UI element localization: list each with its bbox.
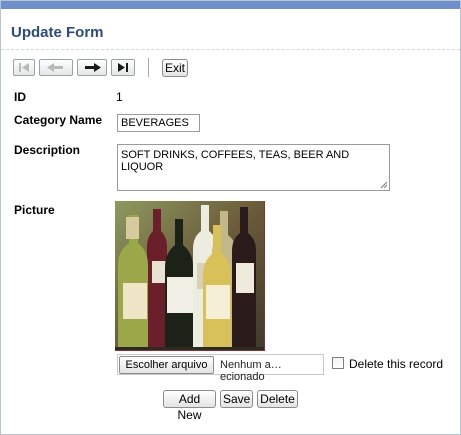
first-record-button[interactable]	[13, 59, 35, 76]
category-name-label: Category Name	[14, 113, 103, 127]
previous-record-button[interactable]	[39, 59, 73, 76]
choose-file-button[interactable]: Escolher arquivo	[119, 356, 214, 374]
description-text: SOFT DRINKS, COFFEES, TEAS, BEER AND LIQ…	[121, 149, 350, 173]
next-record-button[interactable]	[77, 59, 107, 76]
id-label: ID	[14, 90, 26, 104]
picture-label: Picture	[14, 203, 55, 217]
first-record-icon	[19, 63, 29, 72]
next-record-icon	[85, 63, 101, 72]
header-bar	[1, 1, 460, 9]
previous-record-icon	[47, 63, 63, 72]
delete-button[interactable]: Delete	[257, 390, 298, 408]
wine-bottles-image	[115, 201, 264, 350]
selected-file-name: Nenhum a…ecionado	[220, 359, 282, 383]
delete-record-label[interactable]: Delete this record	[349, 357, 443, 371]
add-new-button[interactable]: Add New	[163, 390, 216, 422]
resize-grip-icon[interactable]	[380, 181, 388, 189]
last-record-button[interactable]	[111, 59, 135, 76]
id-value: 1	[116, 90, 123, 104]
last-record-icon	[118, 63, 128, 72]
beverages-picture	[115, 201, 265, 351]
exit-button[interactable]: Exit	[162, 59, 188, 77]
form-title: Update Form	[11, 24, 104, 41]
picture-file-input[interactable]: Escolher arquivo Nenhum a…ecionado	[117, 354, 324, 383]
update-form-panel: Update Form Exit ID 1 Category Name BEVE…	[0, 0, 461, 435]
description-textarea[interactable]: SOFT DRINKS, COFFEES, TEAS, BEER AND LIQ…	[117, 144, 390, 191]
category-name-input[interactable]: BEVERAGES	[117, 114, 200, 132]
delete-record-checkbox[interactable]	[332, 357, 344, 369]
description-label: Description	[14, 143, 81, 157]
toolbar-separator	[148, 58, 149, 77]
save-button[interactable]: Save	[220, 390, 253, 408]
divider	[1, 49, 460, 50]
